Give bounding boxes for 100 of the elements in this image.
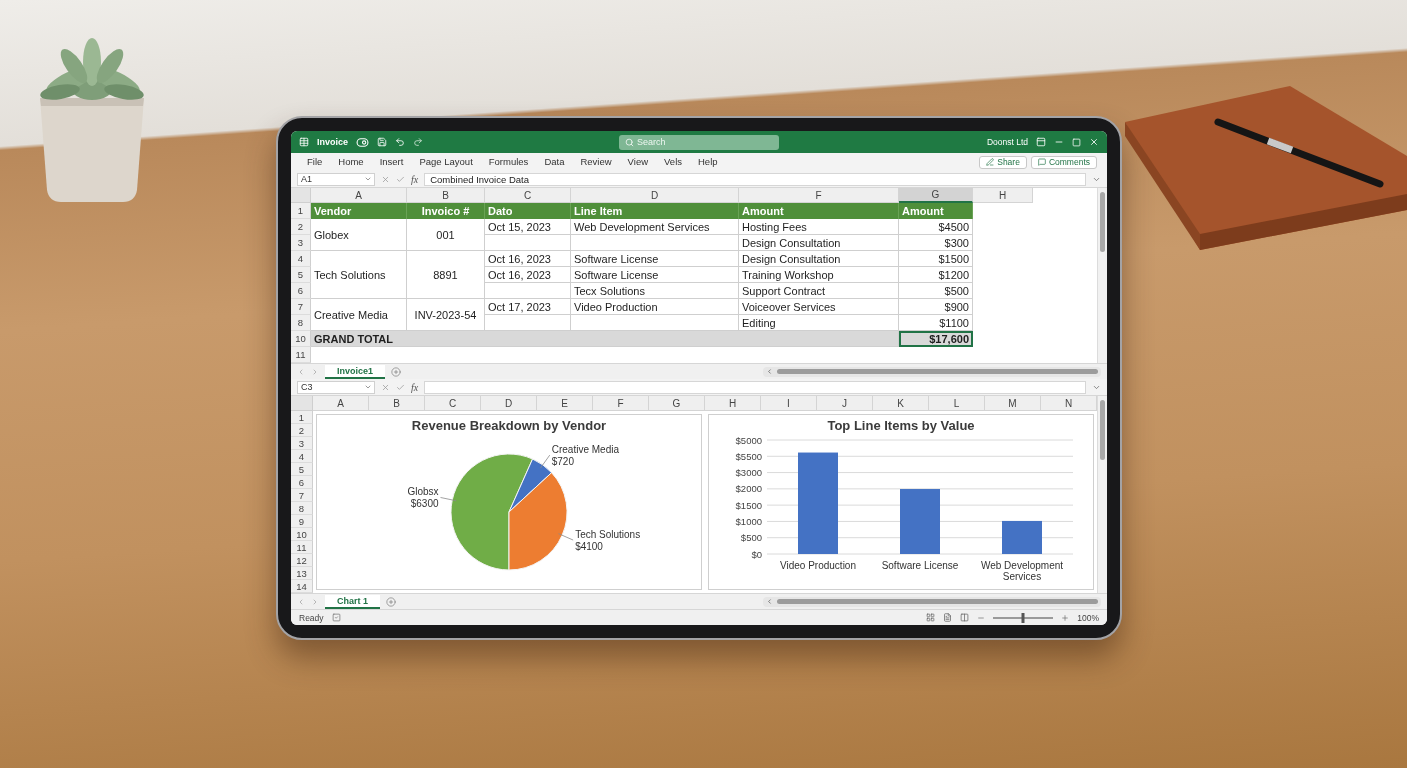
row-number[interactable]: 1 [291,411,313,424]
select-all-corner[interactable] [291,396,313,411]
row-number[interactable]: 7 [291,299,311,315]
ribbon-tab[interactable]: Home [332,153,370,171]
grid-view-icon[interactable] [926,613,936,622]
column-header[interactable]: B [407,188,485,203]
ribbon-display-icon[interactable] [1036,137,1046,147]
row-number[interactable]: 12 [291,554,313,567]
column-header[interactable]: F [593,396,649,411]
ribbon-tab[interactable]: Review [574,153,618,171]
scrollbar-thumb[interactable] [777,369,1098,374]
column-header[interactable]: A [311,188,407,203]
search-field[interactable]: Search [619,134,779,150]
horizontal-scrollbar[interactable] [763,596,1101,607]
check-icon[interactable] [396,174,405,184]
row-number[interactable]: 9 [291,515,313,528]
undo-icon[interactable] [395,137,405,147]
name-box[interactable]: A1 [297,172,375,186]
column-header[interactable]: C [425,396,481,411]
column-header[interactable]: G [899,188,973,203]
caret-icon[interactable] [364,175,372,183]
row-number[interactable]: 11 [291,541,313,554]
column-header[interactable]: A [313,396,369,411]
row-number[interactable]: 10 [291,331,311,347]
column-header[interactable]: F [739,188,899,203]
close-icon[interactable] [1089,137,1099,147]
sheet-tab[interactable]: Chart 1 [325,594,380,609]
row-number[interactable]: 4 [291,251,311,267]
ribbon-tab[interactable]: View [621,153,655,171]
column-header[interactable]: D [571,188,739,203]
column-header[interactable]: D [481,396,537,411]
scrollbar-thumb[interactable] [1100,400,1105,460]
row-number[interactable]: 6 [291,476,313,489]
scrollbar-thumb[interactable] [1100,192,1105,252]
account-name[interactable]: Doonst Ltd [986,137,1028,147]
previous-sheet-icon[interactable] [297,367,305,376]
ribbon-tab[interactable]: File [301,153,329,171]
next-sheet-icon[interactable] [311,367,319,376]
row-number[interactable]: 4 [291,450,313,463]
zoom-in-icon[interactable] [1061,613,1070,622]
column-header[interactable]: N [1041,396,1097,411]
row-number[interactable]: 5 [291,267,311,283]
column-header[interactable]: J [817,396,873,411]
page-view-icon[interactable] [943,613,953,622]
row-number[interactable]: 3 [291,437,313,450]
toggle-icon[interactable] [356,135,369,149]
checklist-icon[interactable] [331,613,341,622]
ribbon-tab[interactable]: Insert [373,153,410,171]
ribbon-tab[interactable]: Page Layout [413,153,479,171]
scroll-left-icon[interactable] [766,598,774,605]
formula-field[interactable] [424,380,1086,394]
column-header[interactable]: E [537,396,593,411]
column-header[interactable]: H [705,396,761,411]
row-number[interactable]: 5 [291,463,313,476]
scrollbar-thumb[interactable] [777,599,1098,604]
previous-sheet-icon[interactable] [297,597,305,606]
column-header[interactable]: L [929,396,985,411]
row-number[interactable]: 13 [291,567,313,580]
page-break-icon[interactable] [960,613,970,622]
row-number[interactable]: 10 [291,528,313,541]
comments-button[interactable]: Comments [1030,155,1097,169]
row-number[interactable]: 1 [291,203,311,219]
check-icon[interactable] [396,382,405,392]
share-button[interactable]: Share [979,155,1027,169]
next-sheet-icon[interactable] [311,597,319,606]
column-header[interactable]: M [985,396,1041,411]
function-label[interactable]: fx [411,173,419,185]
save-icon[interactable] [377,137,387,147]
maximize-icon[interactable] [1072,137,1081,147]
cancel-icon[interactable] [381,174,390,184]
column-header[interactable]: K [873,396,929,411]
add-sheet-icon[interactable] [391,366,402,377]
column-header[interactable]: H [973,188,1033,203]
ribbon-tab[interactable]: Help [692,153,724,171]
table-cell[interactable]: $17,600 [899,331,973,347]
row-number[interactable]: 8 [291,502,313,515]
caret-icon[interactable] [364,383,372,391]
cancel-icon[interactable] [381,382,390,392]
ribbon-tab[interactable]: Data [538,153,571,171]
row-number[interactable]: 8 [291,315,311,331]
add-sheet-icon[interactable] [386,596,396,607]
row-number[interactable]: 3 [291,235,311,251]
column-header[interactable]: B [369,396,425,411]
horizontal-scrollbar[interactable] [763,366,1101,377]
name-box[interactable]: C3 [297,380,375,394]
column-header[interactable]: G [649,396,705,411]
select-all-corner[interactable] [291,188,311,203]
function-label[interactable]: fx [411,381,419,393]
formula-field[interactable]: Combined Invoice Data [424,172,1086,186]
ribbon-tab[interactable]: Formules [482,153,535,171]
row-number[interactable]: 14 [291,580,313,593]
ribbon-tab[interactable]: Vels [658,153,688,171]
vertical-scrollbar[interactable] [1097,188,1107,363]
row-number[interactable]: 2 [291,424,313,437]
slider-thumb[interactable] [1021,612,1025,623]
sheet-tab[interactable]: Invoice1 [325,364,386,379]
zoom-level[interactable]: 100% [1077,612,1099,623]
column-header[interactable]: I [761,396,817,411]
row-number[interactable]: 11 [291,347,311,363]
vertical-scrollbar[interactable] [1097,396,1107,593]
